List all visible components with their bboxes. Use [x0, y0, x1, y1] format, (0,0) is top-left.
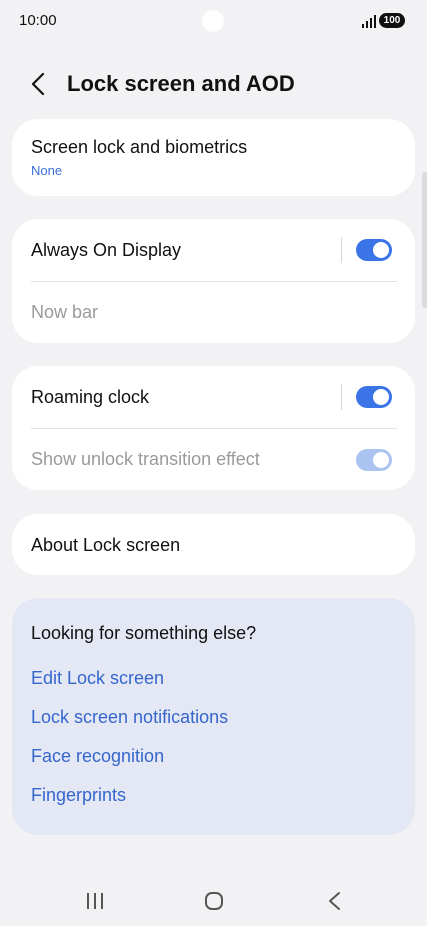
- about-card[interactable]: About Lock screen: [12, 514, 415, 575]
- unlock-effect-toggle-knob: [373, 452, 389, 468]
- status-bar: 10:00 100: [0, 0, 427, 42]
- roaming-toggle-knob: [373, 389, 389, 405]
- link-fingerprints[interactable]: Fingerprints: [31, 785, 126, 806]
- suggestions-title: Looking for something else?: [31, 623, 257, 643]
- link-lock-screen-notifications[interactable]: Lock screen notifications: [31, 707, 228, 728]
- header: Lock screen and AOD: [0, 62, 427, 106]
- home-icon[interactable]: [194, 886, 234, 916]
- roaming-title: Roaming clock: [31, 387, 150, 407]
- back-nav-icon[interactable]: [314, 886, 354, 916]
- now-bar-label: Now bar: [31, 302, 99, 322]
- unlock-effect-row[interactable]: Show unlock transition effect: [12, 429, 415, 490]
- roaming-card: Roaming clock Show unlock transition eff…: [12, 366, 415, 490]
- phone-screen: 10:00 100 Lock screen and AOD Screen loc…: [0, 0, 427, 926]
- battery-icon: 100: [379, 13, 405, 28]
- aod-toggle[interactable]: [356, 239, 392, 261]
- about-title: About Lock screen: [31, 535, 181, 555]
- now-bar-row[interactable]: Now bar: [12, 282, 415, 343]
- navigation-bar: [0, 880, 427, 922]
- aod-card: Always On Display Now bar: [12, 219, 415, 343]
- link-edit-lock-screen[interactable]: Edit Lock screen: [31, 668, 164, 689]
- unlock-effect-label: Show unlock transition effect: [31, 449, 260, 469]
- suggestions-card: Looking for something else? Edit Lock sc…: [12, 598, 415, 835]
- aod-title: Always On Display: [31, 240, 182, 260]
- link-face-recognition[interactable]: Face recognition: [31, 746, 164, 767]
- page-title: Lock screen and AOD: [67, 71, 295, 96]
- screen-lock-subtitle: None: [31, 163, 63, 178]
- aod-separator: [341, 237, 342, 263]
- status-time: 10:00: [19, 12, 57, 29]
- aod-row[interactable]: Always On Display: [12, 219, 415, 281]
- screen-lock-card[interactable]: Screen lock and biometrics None: [12, 119, 415, 196]
- unlock-effect-toggle[interactable]: [356, 449, 392, 471]
- scrollbar[interactable]: [422, 172, 427, 308]
- back-icon[interactable]: [28, 71, 50, 97]
- recents-icon[interactable]: [75, 886, 115, 916]
- roaming-toggle[interactable]: [356, 386, 392, 408]
- screen-lock-title: Screen lock and biometrics: [31, 137, 248, 157]
- camera-cutout: [202, 10, 224, 32]
- signal-icon: [362, 15, 376, 28]
- aod-toggle-knob: [373, 242, 389, 258]
- roaming-separator: [341, 384, 342, 410]
- roaming-row[interactable]: Roaming clock: [12, 366, 415, 428]
